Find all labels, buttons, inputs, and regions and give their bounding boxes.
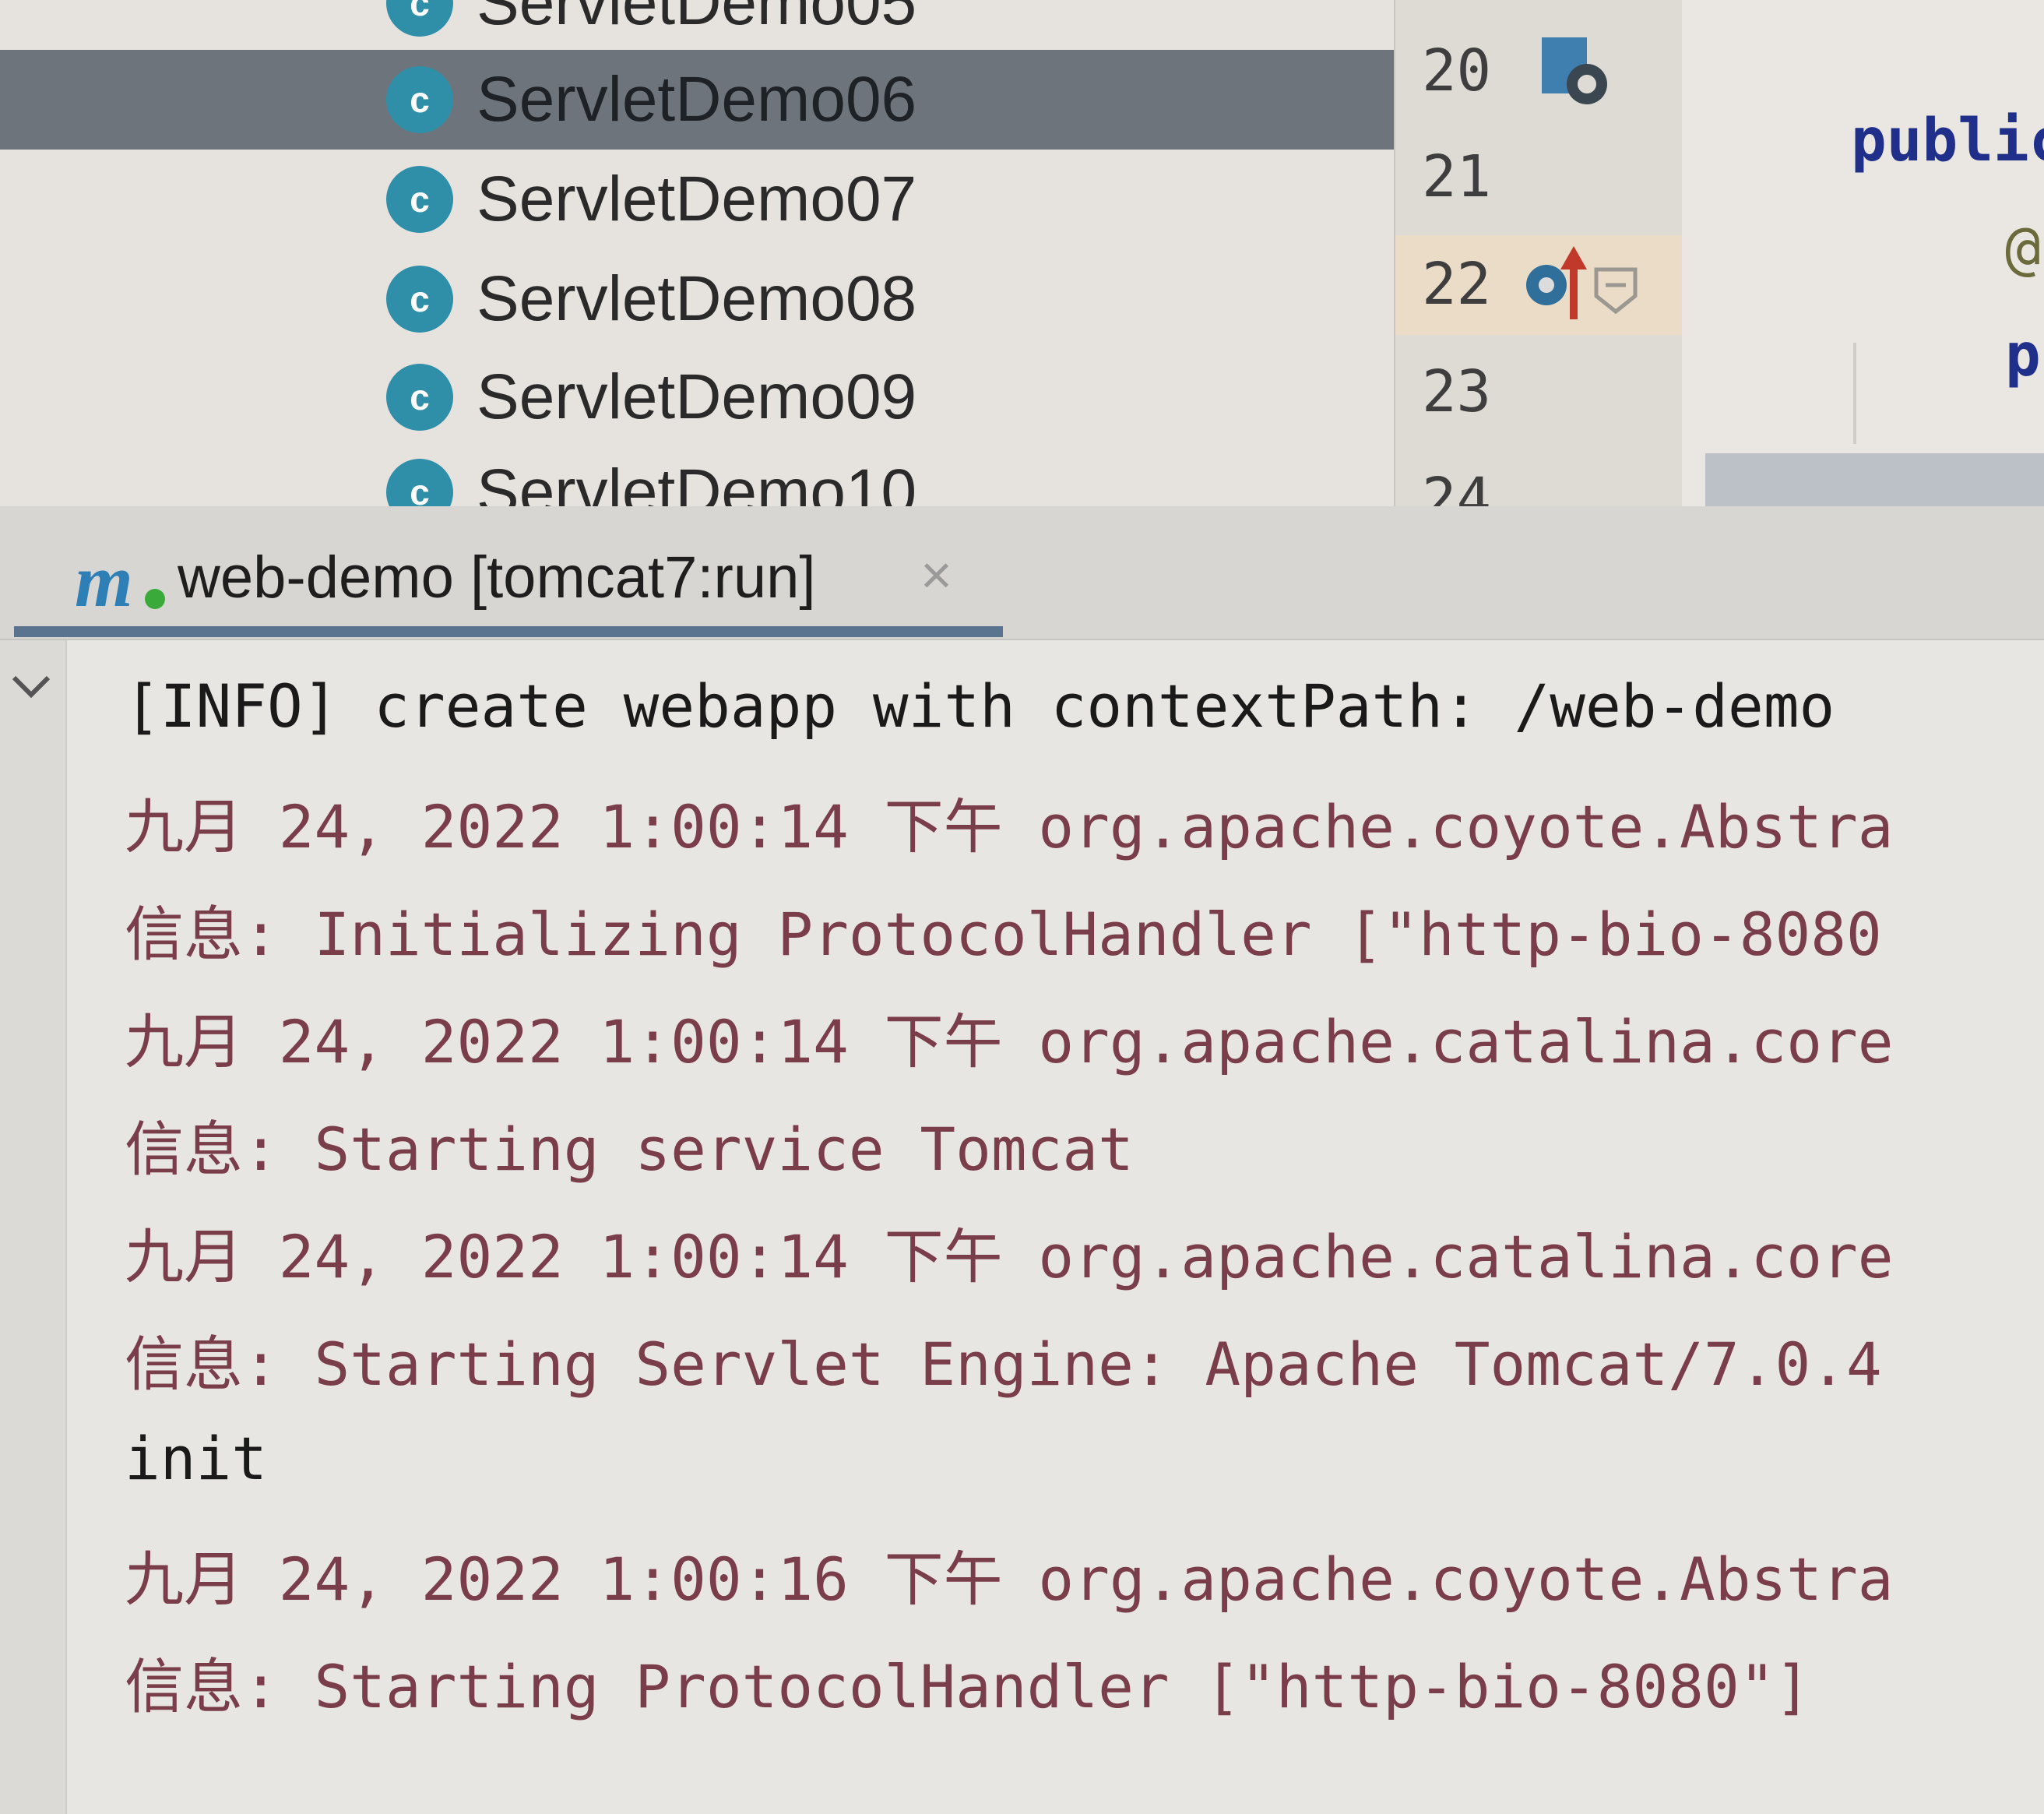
line-number: 22 <box>1422 251 1492 318</box>
run-tab-bar: m web-demo [tomcat7:run] × <box>0 506 2044 640</box>
tree-item-servletdemo08[interactable]: c ServletDemo08 <box>0 249 1394 349</box>
tree-item-label: ServletDemo06 <box>477 64 917 135</box>
console-line: 信息: Starting service Tomcat <box>125 1115 1134 1184</box>
gutter-line-21: 21 <box>1395 128 1682 227</box>
java-class-icon: c <box>386 166 453 233</box>
maven-icon: m <box>75 539 133 622</box>
tree-item-servletdemo07[interactable]: c ServletDemo07 <box>0 150 1394 249</box>
java-class-icon: c <box>386 66 453 133</box>
gutter-line-22: 22 <box>1395 235 1682 335</box>
console-line: 信息: Starting Servlet Engine: Apache Tomc… <box>125 1330 1882 1399</box>
run-tab-title: web-demo [tomcat7:run] <box>178 544 816 611</box>
tree-item-label: ServletDemo10 <box>477 456 917 506</box>
java-class-icon: c <box>386 459 453 506</box>
running-status-dot <box>145 589 165 609</box>
line-number: 24 <box>1422 466 1492 506</box>
gutter-line-23: 23 <box>1395 343 1682 442</box>
run-tool-window: m web-demo [tomcat7:run] × [INFO] create… <box>0 506 2044 1814</box>
close-icon[interactable]: × <box>920 544 952 606</box>
fold-marker-icon[interactable] <box>1588 263 1643 318</box>
line-number: 20 <box>1422 37 1492 104</box>
console-line: 信息: Initializing ProtocolHandler ["http-… <box>125 900 1882 969</box>
console-output[interactable]: [INFO] create webapp with contextPath: /… <box>78 640 2044 1814</box>
tree-item-label: ServletDemo07 <box>477 164 917 234</box>
project-tree: c ServletDemo05 c ServletDemo06 c Servle… <box>0 0 1394 506</box>
console-line: 九月 24, 2022 1:00:14 下午 org.apache.catali… <box>125 1222 1894 1291</box>
gutter-line-24: 24 <box>1395 450 1682 506</box>
tree-item-label: ServletDemo05 <box>477 0 917 38</box>
code-line-24: } <box>1863 461 2041 506</box>
chevron-down-icon[interactable] <box>8 664 55 710</box>
indent-guide <box>1853 343 1856 444</box>
console-line: 九月 24, 2022 1:00:16 下午 org.apache.coyote… <box>125 1545 1894 1614</box>
console-line: init <box>125 1424 268 1493</box>
tree-item-label: ServletDemo09 <box>477 361 917 432</box>
console-line: 信息: Starting ProtocolHandler ["http-bio-… <box>125 1652 1811 1721</box>
run-tab-web-demo[interactable]: m web-demo [tomcat7:run] × <box>14 506 1003 637</box>
tree-item-servletdemo06[interactable]: c ServletDemo06 <box>0 50 1394 150</box>
tree-item-servletdemo05[interactable]: c ServletDemo05 <box>0 0 1394 53</box>
gutter-line-20: 20 <box>1395 22 1682 122</box>
line-number: 23 <box>1422 358 1492 425</box>
java-class-icon: c <box>386 364 453 431</box>
line-number: 21 <box>1422 143 1492 210</box>
code-editor[interactable]: public cl @Over prote S } <box>1682 0 2044 506</box>
editor-gutter: 20 21 22 23 24 <box>1394 0 1682 506</box>
tree-item-servletdemo09[interactable]: c ServletDemo09 <box>0 347 1394 447</box>
console-line: [INFO] create webapp with contextPath: /… <box>125 671 1835 741</box>
console-line: 九月 24, 2022 1:00:14 下午 org.apache.coyote… <box>125 792 1894 861</box>
java-class-icon: c <box>386 266 453 333</box>
tree-item-label: ServletDemo08 <box>477 263 917 334</box>
console-line: 九月 24, 2022 1:00:14 下午 org.apache.catali… <box>125 1007 1894 1076</box>
console-gutter <box>0 640 67 1814</box>
java-class-icon: c <box>386 0 453 37</box>
tree-item-servletdemo10[interactable]: c ServletDemo10 <box>0 442 1394 506</box>
servlet-run-icon[interactable] <box>1536 33 1613 111</box>
active-tab-indicator <box>14 626 1003 637</box>
